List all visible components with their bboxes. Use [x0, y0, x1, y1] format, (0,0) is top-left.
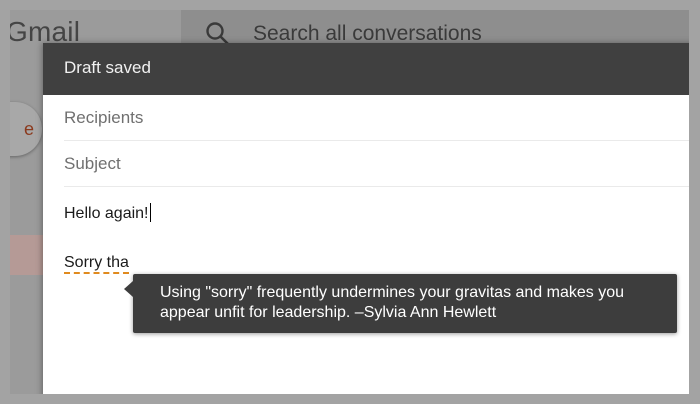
subject-field[interactable]: Subject [64, 141, 689, 187]
screenshot-frame: Gmail Search all conversations e Draft s… [10, 10, 689, 394]
compose-header[interactable]: Draft saved [43, 43, 689, 95]
flagged-word[interactable]: Sorry tha [64, 254, 129, 274]
tooltip-arrow [124, 281, 133, 297]
body-text-line-1: Hello again! [64, 205, 149, 222]
compose-button-label: e [23, 119, 34, 139]
message-body-line-2[interactable]: Sorry tha [64, 254, 129, 274]
text-caret [149, 203, 151, 222]
compose-button[interactable]: e [10, 102, 42, 156]
subject-placeholder: Subject [64, 154, 121, 173]
message-body-line-1[interactable]: Hello again! [64, 203, 151, 223]
suggestion-tooltip: Using "sorry" frequently undermines your… [124, 274, 677, 333]
tooltip-text: Using "sorry" frequently undermines your… [160, 284, 625, 321]
recipients-placeholder: Recipients [64, 108, 144, 127]
recipients-field[interactable]: Recipients [64, 95, 689, 141]
compose-dialog: Draft saved Recipients Subject Hello aga… [43, 43, 689, 394]
compose-status-title: Draft saved [64, 58, 151, 77]
